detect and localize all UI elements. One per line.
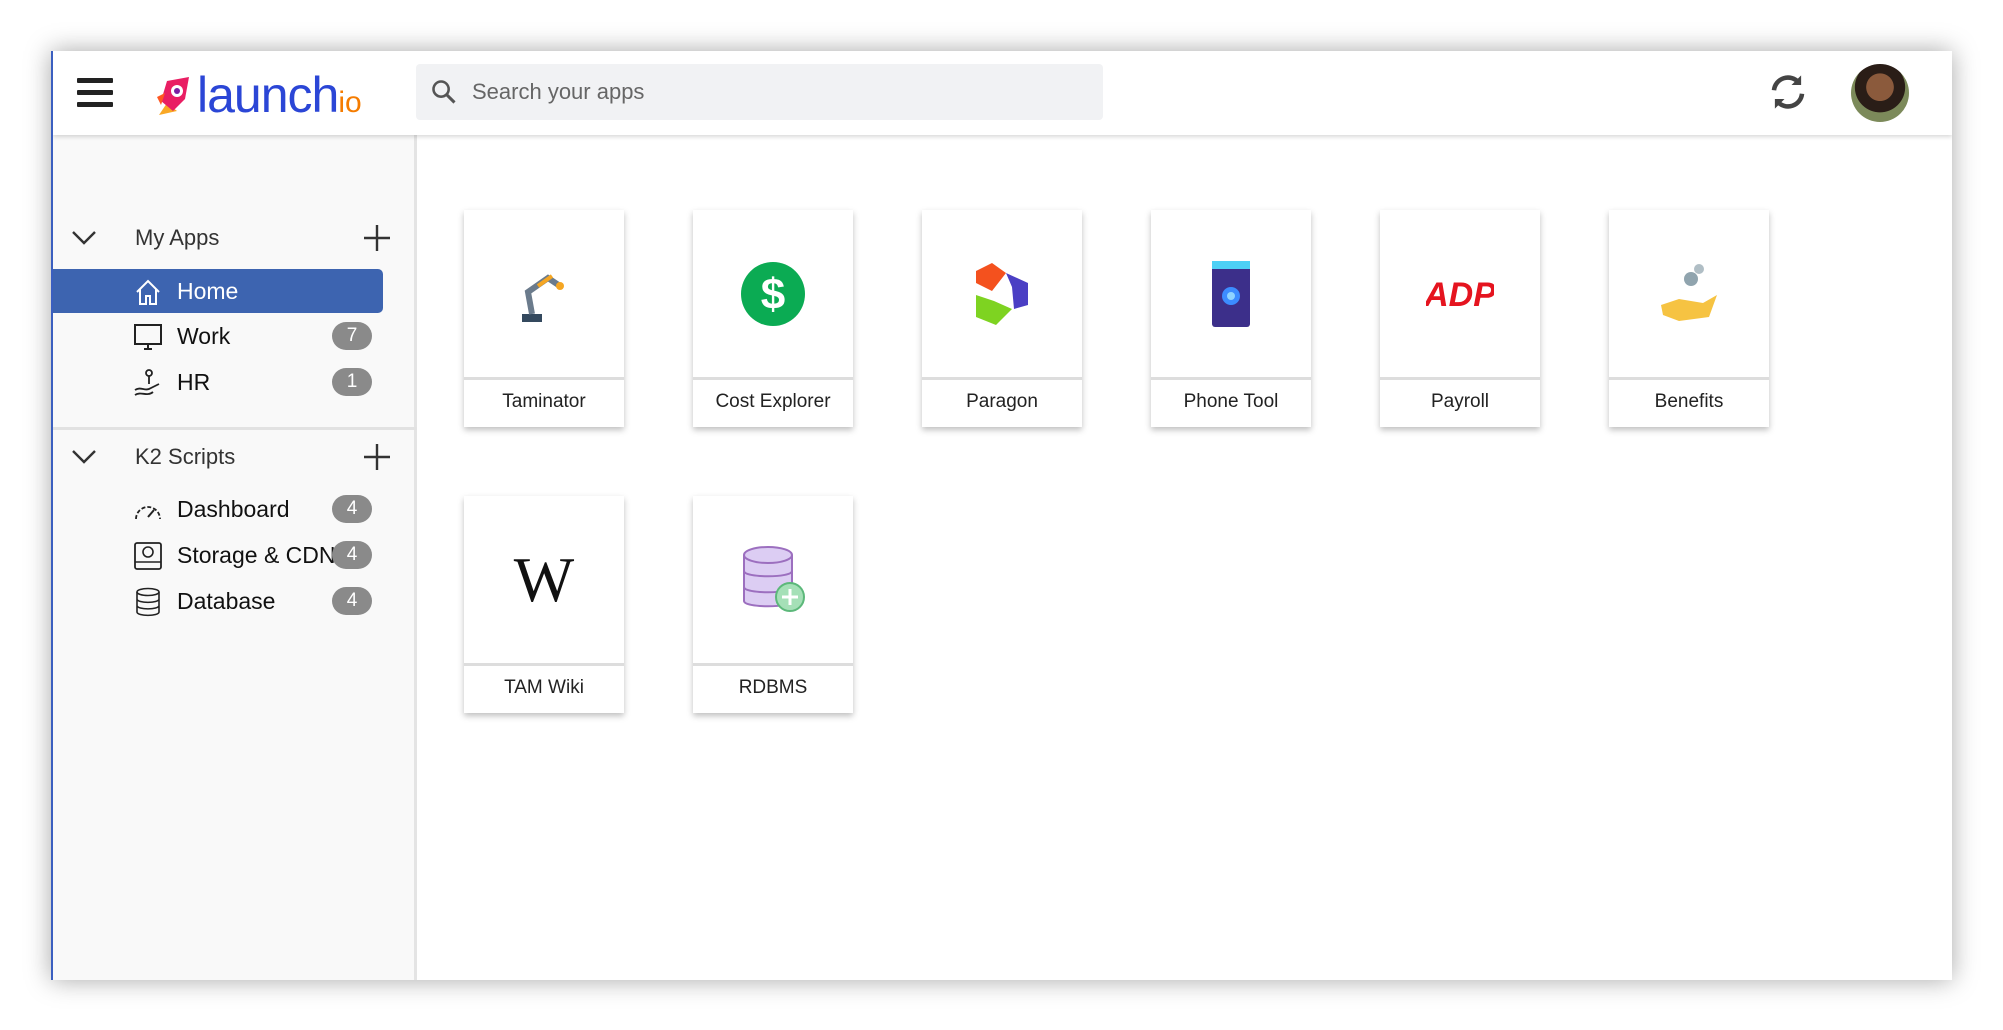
count-badge: 4: [332, 495, 372, 523]
group-title: K2 Scripts: [135, 444, 236, 469]
sidebar-item-home[interactable]: Home: [53, 269, 383, 313]
header: launch io: [53, 51, 1952, 135]
svg-text:ADP: ADP: [1426, 276, 1494, 312]
chevron-down-icon[interactable]: [71, 449, 97, 465]
app-card-cost-explorer[interactable]: $ Cost Explorer: [693, 210, 853, 427]
rocket-icon: [157, 77, 189, 115]
sidebar-item-label: Work: [177, 322, 231, 349]
app-card-taminator[interactable]: Taminator: [464, 210, 624, 427]
sidebar-item-label: Database: [177, 587, 276, 614]
app-name: Phone Tool: [1183, 391, 1279, 412]
app-name: Cost Explorer: [715, 391, 831, 412]
app-card-rdbms[interactable]: RDBMS: [693, 496, 853, 713]
logo-text: launch: [197, 67, 339, 123]
sidebar-item-hr[interactable]: HR 1: [53, 360, 383, 404]
speedometer-icon: [135, 506, 161, 520]
home-icon: [136, 279, 160, 305]
search-bar[interactable]: [416, 64, 1103, 120]
sidebar-item-work[interactable]: Work 7: [53, 314, 383, 358]
group-k2-scripts: K2 Scripts: [53, 437, 417, 477]
count-badge: 4: [332, 541, 372, 569]
app-card-paragon[interactable]: Paragon: [922, 210, 1082, 427]
menu-icon[interactable]: [77, 78, 113, 108]
app-name: RDBMS: [738, 677, 808, 698]
refresh-icon[interactable]: [1767, 71, 1809, 113]
hand-coin-icon: [1661, 263, 1717, 321]
robot-arm-icon: [522, 273, 564, 322]
search-input[interactable]: [472, 79, 1052, 105]
app-card-tam-wiki[interactable]: W TAM Wiki: [464, 496, 624, 713]
sidebar-item-label: HR: [177, 368, 211, 395]
sidebar-item-storage-cdn[interactable]: Storage & CDN 4: [53, 533, 383, 577]
sidebar-item-label: Storage & CDN: [177, 541, 336, 568]
sidebar-item-label: Dashboard: [177, 495, 290, 522]
search-icon: [432, 80, 456, 104]
app-name: Benefits: [1654, 391, 1724, 412]
add-icon[interactable]: [363, 224, 391, 252]
hand-person-icon: [134, 369, 160, 396]
sidebar-item-dashboard[interactable]: Dashboard 4: [53, 487, 383, 531]
hard-drive-icon: [134, 542, 162, 570]
app-name: Taminator: [502, 391, 586, 412]
adp-logo-icon: ADP: [1426, 276, 1494, 312]
svg-text:$: $: [761, 270, 785, 319]
logo[interactable]: launch io: [149, 63, 362, 123]
count-badge: 1: [332, 368, 372, 396]
sidebar-item-database[interactable]: Database 4: [53, 579, 383, 623]
group-title: My Apps: [135, 225, 220, 250]
app-name: TAM Wiki: [504, 677, 584, 698]
app-card-phone-tool[interactable]: Phone Tool: [1151, 210, 1311, 427]
sidebar: My Apps Home Work 7 HR 1 K2 Scripts Dash…: [53, 135, 417, 980]
phone-icon: [1212, 260, 1250, 327]
sidebar-item-label: Home: [177, 277, 239, 304]
monitor-icon: [134, 324, 162, 350]
wikipedia-logo-icon: W: [513, 543, 575, 615]
count-badge: 7: [332, 322, 372, 350]
database-icon: [136, 587, 160, 617]
add-icon[interactable]: [363, 443, 391, 471]
paragon-logo-icon: [976, 262, 1028, 325]
user-avatar[interactable]: [1851, 64, 1909, 122]
logo-suffix: io: [338, 86, 362, 119]
group-my-apps: My Apps: [53, 218, 417, 258]
app-name: Payroll: [1430, 391, 1490, 412]
dollar-icon: $: [741, 261, 805, 326]
count-badge: 4: [332, 587, 372, 615]
divider: [53, 427, 417, 430]
app-window: launchio My Apps Home Work 7 HR 1 K2 Scr…: [51, 51, 1952, 980]
chevron-down-icon[interactable]: [71, 230, 97, 246]
app-card-payroll[interactable]: ADP Payroll: [1380, 210, 1540, 427]
database-add-icon: [743, 545, 805, 612]
app-name: Paragon: [966, 391, 1038, 412]
app-card-benefits[interactable]: Benefits: [1609, 210, 1769, 427]
